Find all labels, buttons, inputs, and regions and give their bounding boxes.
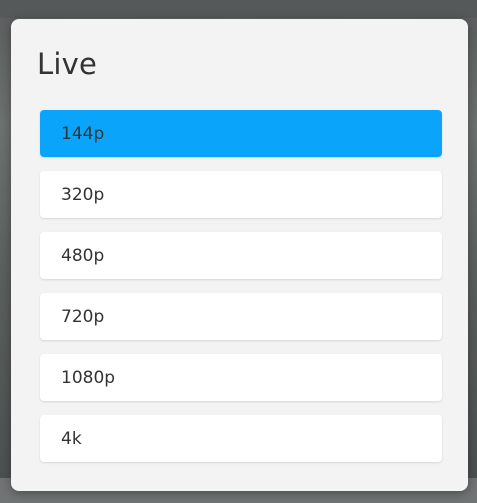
quality-option-label: 144p <box>61 123 105 144</box>
quality-option-1080p[interactable]: 1080p <box>40 354 442 401</box>
quality-option-480p[interactable]: 480p <box>40 232 442 279</box>
quality-option-list: 144p 320p 480p 720p 1080p 4k <box>40 110 442 476</box>
quality-option-144p[interactable]: 144p <box>40 110 442 157</box>
quality-option-label: 1080p <box>61 367 116 388</box>
quality-option-label: 4k <box>61 428 82 449</box>
backdrop-top-bar <box>0 0 477 18</box>
quality-option-label: 320p <box>61 184 105 205</box>
quality-option-4k[interactable]: 4k <box>40 415 442 462</box>
quality-option-label: 720p <box>61 306 105 327</box>
quality-option-label: 480p <box>61 245 105 266</box>
quality-option-320p[interactable]: 320p <box>40 171 442 218</box>
quality-option-720p[interactable]: 720p <box>40 293 442 340</box>
dialog-title: Live <box>37 47 98 81</box>
quality-dialog: Live 144p 320p 480p 720p 1080p 4k <box>11 19 468 491</box>
